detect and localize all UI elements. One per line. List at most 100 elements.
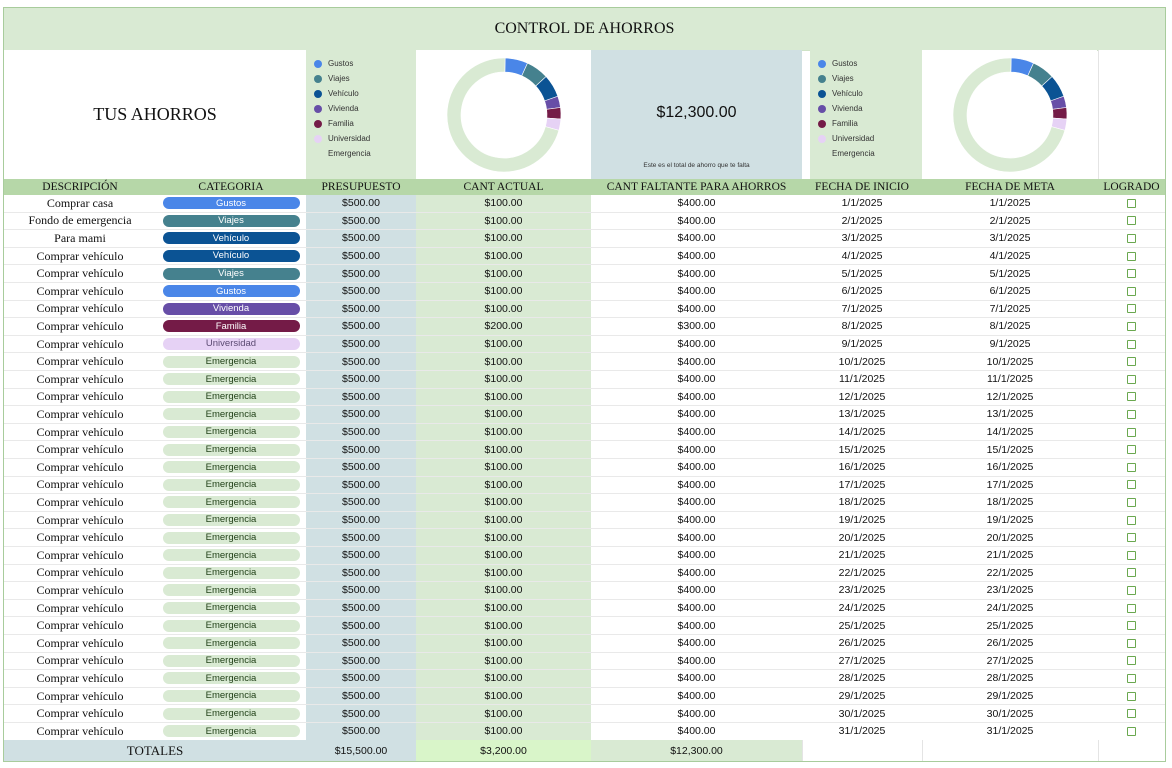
cell-categoria[interactable]: Emergencia (156, 600, 306, 618)
cell-categoria[interactable]: Vehículo (156, 248, 306, 266)
cell-presupuesto[interactable]: $500.00 (306, 705, 416, 723)
cell-presupuesto[interactable]: $500.00 (306, 353, 416, 371)
cell-cant-faltante[interactable]: $400.00 (591, 494, 802, 512)
logrado-checkbox[interactable] (1127, 445, 1136, 455)
logrado-checkbox[interactable] (1127, 550, 1136, 560)
cell-fecha-inicio[interactable]: 23/1/2025 (802, 582, 922, 600)
cell-fecha-meta[interactable]: 26/1/2025 (922, 635, 1098, 653)
cell-cant-actual[interactable]: $100.00 (416, 511, 591, 530)
cell-logrado[interactable] (1098, 406, 1165, 424)
cell-cant-faltante[interactable]: $400.00 (591, 653, 802, 671)
cell-presupuesto[interactable]: $500.00 (306, 476, 416, 495)
cell-fecha-meta[interactable]: 25/1/2025 (922, 617, 1098, 635)
cell-logrado[interactable] (1098, 705, 1165, 723)
cell-logrado[interactable] (1098, 213, 1165, 231)
cell-logrado[interactable] (1098, 353, 1165, 371)
cell-logrado[interactable] (1098, 547, 1165, 565)
cell-descripcion[interactable]: Comprar vehículo (4, 441, 156, 459)
cell-cant-actual[interactable]: $100.00 (416, 529, 591, 547)
cell-fecha-meta[interactable]: 12/1/2025 (922, 389, 1098, 407)
cell-logrado[interactable] (1098, 195, 1165, 213)
donut-slice-familia[interactable] (545, 106, 561, 119)
cell-fecha-inicio[interactable]: 12/1/2025 (802, 389, 922, 407)
cell-cant-faltante[interactable]: $400.00 (591, 248, 802, 266)
cell-logrado[interactable] (1098, 424, 1165, 442)
cell-presupuesto[interactable]: $500.00 (306, 230, 416, 248)
cell-categoria[interactable]: Emergencia (156, 688, 306, 706)
col-header-cant-faltante[interactable]: CANT FALTANTE PARA AHORROS (591, 179, 802, 195)
cell-cant-actual[interactable]: $100.00 (416, 687, 591, 706)
cell-presupuesto[interactable]: $500.00 (306, 195, 416, 213)
totals-cant-faltante[interactable]: $12,300.00 (591, 740, 802, 761)
cell-fecha-inicio[interactable]: 15/1/2025 (802, 441, 922, 459)
cell-cant-faltante[interactable]: $400.00 (591, 265, 802, 283)
cell-fecha-inicio[interactable]: 18/1/2025 (802, 494, 922, 512)
cell-categoria[interactable]: Emergencia (156, 565, 306, 583)
cell-fecha-inicio[interactable]: 4/1/2025 (802, 248, 922, 266)
cell-fecha-meta[interactable]: 9/1/2025 (922, 336, 1098, 354)
logrado-checkbox[interactable] (1127, 656, 1136, 666)
cell-cant-faltante[interactable]: $400.00 (591, 617, 802, 635)
cell-presupuesto[interactable]: $500.00 (306, 494, 416, 512)
cell-categoria[interactable]: Gustos (156, 283, 306, 301)
cell-fecha-inicio[interactable]: 14/1/2025 (802, 424, 922, 442)
cell-categoria[interactable]: Gustos (156, 195, 306, 213)
logrado-checkbox[interactable] (1127, 269, 1136, 279)
cell-fecha-meta[interactable]: 31/1/2025 (922, 723, 1098, 741)
logrado-checkbox[interactable] (1127, 321, 1136, 331)
totals-presupuesto[interactable]: $15,500.00 (306, 740, 416, 761)
logrado-checkbox[interactable] (1127, 638, 1136, 648)
cell-presupuesto[interactable]: $500.00 (306, 652, 416, 671)
logrado-checkbox[interactable] (1127, 357, 1136, 367)
cell-categoria[interactable]: Emergencia (156, 353, 306, 371)
cell-fecha-meta[interactable]: 13/1/2025 (922, 406, 1098, 424)
logrado-checkbox[interactable] (1127, 304, 1136, 314)
cell-cant-faltante[interactable]: $400.00 (591, 230, 802, 248)
cell-presupuesto[interactable]: $500.00 (306, 406, 416, 424)
category-chip[interactable]: Gustos (162, 197, 300, 210)
cell-presupuesto[interactable]: $500.00 (306, 617, 416, 635)
cell-descripcion[interactable]: Comprar vehículo (4, 477, 156, 495)
cell-descripcion[interactable]: Comprar vehículo (4, 336, 156, 354)
cell-descripcion[interactable]: Comprar vehículo (4, 283, 156, 301)
cell-presupuesto[interactable]: $500.00 (306, 723, 416, 741)
cell-presupuesto[interactable]: $500.00 (306, 212, 416, 231)
category-chip[interactable]: Emergencia (162, 654, 300, 667)
cell-fecha-meta[interactable]: 28/1/2025 (922, 670, 1098, 688)
logrado-checkbox[interactable] (1127, 198, 1136, 208)
cell-descripcion[interactable]: Comprar vehículo (4, 371, 156, 389)
cell-categoria[interactable]: Emergencia (156, 494, 306, 512)
cell-descripcion[interactable]: Comprar vehículo (4, 318, 156, 336)
cell-logrado[interactable] (1098, 477, 1165, 495)
cell-cant-faltante[interactable]: $400.00 (591, 283, 802, 301)
logrado-checkbox[interactable] (1127, 233, 1136, 243)
cell-categoria[interactable]: Vivienda (156, 301, 306, 319)
cell-categoria[interactable]: Emergencia (156, 653, 306, 671)
cell-logrado[interactable] (1098, 301, 1165, 319)
cell-descripcion[interactable]: Comprar vehículo (4, 389, 156, 407)
cell-cant-actual[interactable]: $100.00 (416, 247, 591, 266)
cell-descripcion[interactable]: Comprar vehículo (4, 617, 156, 635)
logrado-checkbox[interactable] (1127, 216, 1136, 226)
cell-logrado[interactable] (1098, 653, 1165, 671)
cell-presupuesto[interactable]: $500.00 (306, 547, 416, 565)
cell-descripcion[interactable]: Comprar vehículo (4, 635, 156, 653)
cell-fecha-inicio[interactable]: 13/1/2025 (802, 406, 922, 424)
cell-fecha-inicio[interactable]: 30/1/2025 (802, 705, 922, 723)
cell-descripcion[interactable]: Comprar vehículo (4, 670, 156, 688)
cell-presupuesto[interactable]: $500.00 (306, 300, 416, 319)
cell-categoria[interactable]: Emergencia (156, 547, 306, 565)
cell-fecha-meta[interactable]: 10/1/2025 (922, 353, 1098, 371)
cell-descripcion[interactable]: Comprar vehículo (4, 459, 156, 477)
cell-logrado[interactable] (1098, 371, 1165, 389)
category-chip[interactable]: Emergencia (162, 478, 300, 491)
category-chip[interactable]: Emergencia (162, 584, 300, 597)
cell-cant-actual[interactable]: $100.00 (416, 335, 591, 354)
cell-categoria[interactable]: Viajes (156, 265, 306, 283)
cell-descripcion[interactable]: Comprar vehículo (4, 529, 156, 547)
cell-fecha-inicio[interactable]: 17/1/2025 (802, 477, 922, 495)
cell-logrado[interactable] (1098, 600, 1165, 618)
cell-descripcion[interactable]: Comprar vehículo (4, 723, 156, 741)
cell-cant-faltante[interactable]: $400.00 (591, 459, 802, 477)
cell-logrado[interactable] (1098, 512, 1165, 530)
